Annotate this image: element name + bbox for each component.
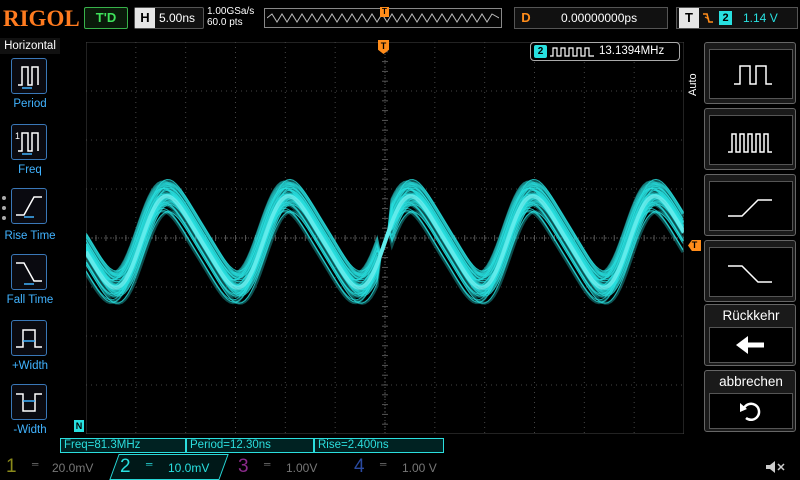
wide-pulse-icon (709, 49, 793, 99)
dc-coupling-icon: ═ (32, 459, 39, 469)
timebase-key: H (135, 8, 155, 28)
channel-4-number: 4 (354, 456, 365, 477)
trigger-key: T (679, 8, 699, 28)
freq-icon: 1 (11, 124, 47, 160)
back-arrow-icon (709, 327, 793, 363)
back-button[interactable]: Rückkehr (704, 304, 796, 366)
pulse-option-menu: Rückkehr abbrechen (704, 36, 800, 432)
auto-label: Auto (687, 73, 699, 96)
falling-edge-option-icon (709, 247, 793, 297)
measure-period-label: Period (13, 98, 47, 110)
measure-pos-width-label: +Width (11, 360, 49, 372)
fall-time-icon (11, 254, 47, 290)
measure-fall-label: Fall Time (6, 294, 54, 306)
dc-coupling-icon: ═ (264, 459, 271, 469)
cancel-label: abbrechen (719, 374, 783, 389)
trigger-box[interactable]: T 2 1.14 V (676, 7, 798, 29)
channel-3-scale: 1.00V (286, 461, 318, 475)
option-rising-edge[interactable] (704, 174, 796, 236)
channel-4-tab[interactable]: 4 ═ 1.00 V (346, 454, 458, 480)
measure-fall-item[interactable]: Fall Time (0, 252, 60, 316)
measure-rise-label: Rise Time (4, 230, 56, 242)
measurement-rise[interactable]: Rise=2.400ns (314, 438, 444, 453)
measurement-freq[interactable]: Freq=81.3MHz (60, 438, 186, 453)
channel-2-tab[interactable]: 2 ═ 10.0mV (109, 454, 229, 480)
measure-freq-item[interactable]: 1 Freq (0, 122, 60, 186)
cancel-button[interactable]: abbrechen (704, 370, 796, 432)
top-status-bar: RIGOL T'D H 5.00ns 1.00GSa/s 60.0 pts T … (0, 0, 800, 36)
memory-depth: 60.0 pts (207, 17, 243, 28)
waveform-display[interactable] (86, 42, 684, 434)
rigol-logo: RIGOL (3, 6, 80, 31)
channel-4-scale: 1.00 V (402, 461, 437, 475)
timebase-scale: 5.00ns (159, 11, 196, 25)
horizontal-measure-menu: Horizontal Period 1 Freq Rise Time Fall … (0, 36, 60, 452)
measure-neg-width-label: -Width (13, 424, 47, 436)
delay-box[interactable]: D 0.00000000ps (514, 7, 668, 29)
trigger-level: 1.14 V (743, 11, 778, 25)
narrow-pulse-icon (709, 115, 793, 165)
back-label: Rückkehr (722, 308, 780, 323)
memory-position-bar[interactable]: T (264, 7, 502, 28)
dc-coupling-icon: ═ (146, 459, 153, 469)
run-status-badge[interactable]: T'D (84, 7, 128, 29)
option-falling-edge[interactable] (704, 240, 796, 302)
delay-key: D (517, 9, 535, 27)
svg-text:1: 1 (15, 131, 20, 141)
undo-icon (709, 393, 793, 429)
measure-rise-item[interactable]: Rise Time (0, 186, 60, 250)
counter-value: 13.1394MHz (599, 45, 665, 57)
measure-period-item[interactable]: Period (0, 56, 60, 120)
frequency-counter: 2 13.1394MHz (530, 42, 680, 61)
trigger-position-marker: T (380, 7, 389, 17)
rise-time-icon (11, 188, 47, 224)
channel-2-scale: 10.0mV (168, 461, 210, 475)
speaker-mute-icon[interactable] (764, 458, 786, 476)
period-icon (11, 58, 47, 94)
counter-channel-badge: 2 (534, 45, 547, 58)
channel-marker: N (74, 420, 84, 432)
option-narrow-pulse[interactable] (704, 108, 796, 170)
channel-3-tab[interactable]: 3 ═ 1.00V (230, 454, 340, 480)
measurement-period[interactable]: Period=12.30ns (186, 438, 314, 453)
trigger-source-badge: 2 (719, 11, 732, 25)
channel-bar: 1 ═ 20.0mV 2 ═ 10.0mV 3 ═ 1.00V 4 ═ 1.00… (0, 454, 800, 480)
measure-freq-label: Freq (18, 164, 42, 176)
channel-1-number: 1 (6, 456, 17, 477)
measure-neg-width-item[interactable]: -Width (0, 382, 60, 446)
rising-edge-icon (709, 181, 793, 231)
timebase-box[interactable]: H 5.00ns (134, 7, 204, 29)
channel-1-scale: 20.0mV (52, 461, 94, 475)
sample-rate: 1.00GSa/s (207, 6, 255, 17)
delay-value: 0.00000000ps (561, 11, 638, 25)
dc-coupling-icon: ═ (380, 459, 387, 469)
measure-pos-width-item[interactable]: +Width (0, 318, 60, 382)
pos-width-icon (11, 320, 47, 356)
neg-width-icon (11, 384, 47, 420)
square-wave-icon (550, 47, 594, 57)
menu-title: Horizontal (0, 38, 60, 54)
channel-3-number: 3 (238, 456, 249, 477)
option-wide-pulse[interactable] (704, 42, 796, 104)
sample-info: 1.00GSa/s 60.0 pts (207, 6, 254, 28)
channel-2-number: 2 (120, 456, 131, 477)
falling-edge-icon (703, 13, 713, 23)
channel-1-tab[interactable]: 1 ═ 20.0mV (0, 454, 110, 480)
trigger-level-marker[interactable]: T (688, 240, 701, 251)
